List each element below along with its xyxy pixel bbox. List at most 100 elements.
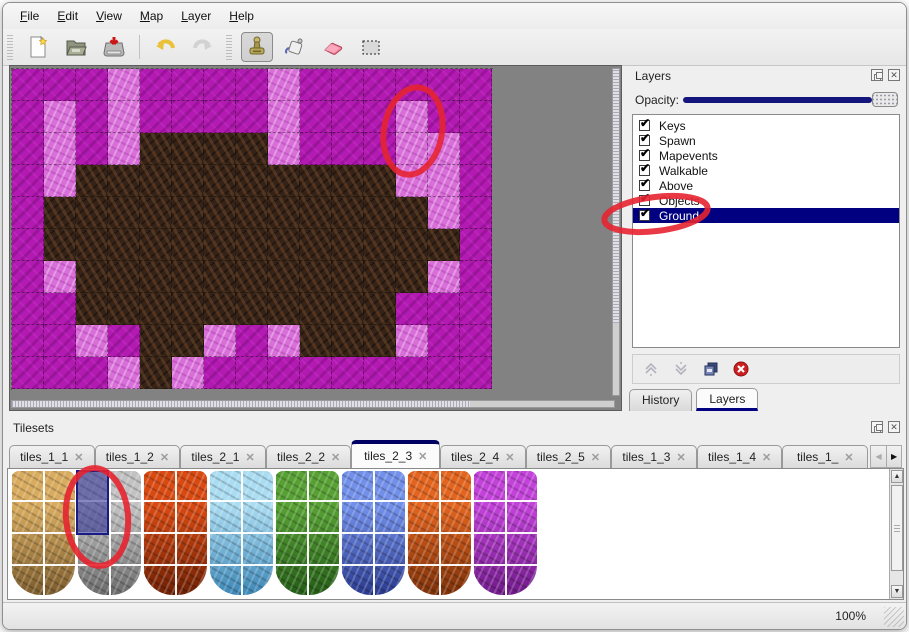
tileset-tab-tiles_2_4[interactable]: tiles_2_4✕ [440,445,526,468]
map-tile[interactable] [140,357,172,389]
map-tile[interactable] [108,357,140,389]
tileset-tab-tiles_2_2[interactable]: tiles_2_2✕ [266,445,352,468]
redo-button[interactable] [187,32,219,62]
duplicate-layer-button[interactable] [701,359,721,379]
tab-history[interactable]: History [629,389,692,411]
map-tile[interactable] [204,101,236,133]
tileset-tab-tiles_1_2[interactable]: tiles_1_2✕ [95,445,181,468]
map-tile[interactable] [364,229,396,261]
scroll-tabs-right-icon[interactable]: ▶ [886,445,902,468]
map-tile[interactable] [44,165,76,197]
menu-edit[interactable]: Edit [48,6,87,26]
map-tile[interactable] [236,197,268,229]
map-tile[interactable] [12,165,44,197]
layer-row-mapevents[interactable]: ✔Mapevents [633,148,899,163]
map-tile[interactable] [236,293,268,325]
map-tile[interactable] [172,133,204,165]
map-tile[interactable] [108,293,140,325]
select-tool-button[interactable] [355,32,387,62]
map-tile[interactable] [12,197,44,229]
close-panel-icon[interactable]: ✕ [888,69,900,81]
tileset-group-purple-bush[interactable] [472,470,538,598]
map-tile[interactable] [332,101,364,133]
map-tile[interactable] [364,261,396,293]
map-tile[interactable] [44,133,76,165]
map-tile[interactable] [460,325,492,357]
map-tile[interactable] [396,325,428,357]
map-tile[interactable] [12,261,44,293]
map-tile[interactable] [428,165,460,197]
map-tile[interactable] [236,357,268,389]
close-tab-icon[interactable]: ✕ [245,451,254,464]
tileset-tab-tiles_1_3[interactable]: tiles_1_3✕ [611,445,697,468]
fill-tool-button[interactable] [279,32,311,62]
map-tile[interactable] [364,357,396,389]
map-tile[interactable] [460,133,492,165]
layer-visibility-checkbox[interactable]: ✔ [639,135,650,146]
map-tile[interactable] [44,325,76,357]
map-tile[interactable] [172,357,204,389]
tileset-tab-tiles_1_[interactable]: tiles_1_✕ [782,445,868,468]
map-tile[interactable] [300,165,332,197]
map-tile[interactable] [108,261,140,293]
map-tile[interactable] [396,101,428,133]
map-tile[interactable] [268,197,300,229]
map-tile[interactable] [396,261,428,293]
tileset-group-tan-bush[interactable] [10,470,76,598]
map-tile[interactable] [300,229,332,261]
opacity-slider-track[interactable] [683,97,872,103]
map-tile[interactable] [428,69,460,101]
toolbar-grip-2[interactable] [226,34,232,60]
map-tile[interactable] [236,69,268,101]
layer-row-objects[interactable]: ✔Objects [633,193,899,208]
map-tile[interactable] [172,229,204,261]
tileset-group-rust-red-bush[interactable] [142,470,208,598]
map-tile[interactable] [396,293,428,325]
close-tab-icon[interactable]: ✕ [505,451,514,464]
map-tile[interactable] [236,229,268,261]
map-tile[interactable] [428,101,460,133]
toolbar-grip[interactable] [7,34,13,60]
map-tile[interactable] [236,261,268,293]
map-tile[interactable] [332,325,364,357]
map-tile[interactable] [140,325,172,357]
map-tile[interactable] [204,165,236,197]
map-tile[interactable] [460,261,492,293]
close-tab-icon[interactable]: ✕ [74,451,83,464]
map-tile[interactable] [44,357,76,389]
layer-visibility-checkbox[interactable]: ✔ [639,195,650,206]
scroll-tabs-left-icon[interactable]: ◀ [870,445,886,468]
map-tile[interactable] [332,357,364,389]
map-tile[interactable] [140,261,172,293]
map-tile[interactable] [236,165,268,197]
move-layer-down-button[interactable] [671,359,691,379]
menu-view[interactable]: View [87,6,131,26]
map-tile[interactable] [76,69,108,101]
tileset-vertical-scrollbar[interactable]: ▲ ▼ [889,469,903,599]
layer-visibility-checkbox[interactable]: ✔ [639,210,650,221]
map-tile[interactable] [300,197,332,229]
map-tile[interactable] [268,293,300,325]
map-tile[interactable] [172,101,204,133]
map-tile[interactable] [364,325,396,357]
map-tile[interactable] [76,165,108,197]
map-tile[interactable] [76,197,108,229]
map-hscroll-thumb[interactable] [12,401,470,407]
map-tile[interactable] [172,293,204,325]
map-tile[interactable] [460,293,492,325]
map-tile[interactable] [204,133,236,165]
map-tile[interactable] [300,261,332,293]
save-button[interactable] [98,32,130,62]
map-tile[interactable] [268,325,300,357]
layer-row-above[interactable]: ✔Above [633,178,899,193]
close-tab-icon[interactable]: ✕ [762,451,771,464]
map-tile[interactable] [268,101,300,133]
map-tile[interactable] [44,261,76,293]
map-tile[interactable] [268,357,300,389]
layer-row-keys[interactable]: ✔Keys [633,118,899,133]
map-tile[interactable] [140,133,172,165]
map-tile[interactable] [428,293,460,325]
map-tile[interactable] [140,101,172,133]
map-tile[interactable] [268,69,300,101]
map-tile[interactable] [396,357,428,389]
